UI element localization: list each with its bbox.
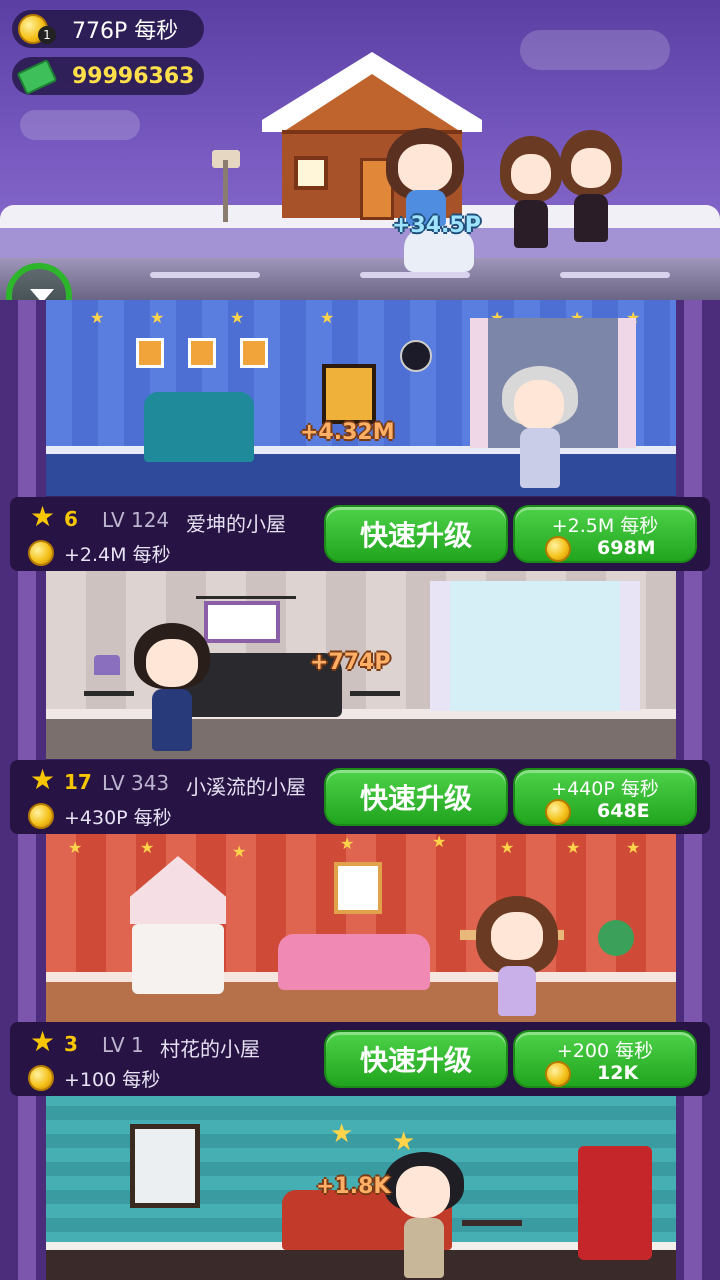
upgrade-rate-gain: +440P 每秒 <box>551 778 659 800</box>
coin-icon <box>545 1061 571 1087</box>
easel-painting <box>322 364 376 424</box>
window-curtains <box>430 581 640 711</box>
bar-table <box>462 1220 522 1260</box>
room-level: LV 124 <box>102 508 170 532</box>
room-floor-1[interactable]: ★ ★ ★ ★ ★ ★ ★ <box>46 300 676 496</box>
upgrade-rate-gain: +200 每秒 <box>556 1040 654 1062</box>
room-info-bar: ★ 3 LV 1 村花的小屋 +100 每秒 快速升级 +200 每秒 12K <box>10 1022 710 1096</box>
wall-clock <box>400 340 432 372</box>
refrigerator <box>578 1146 652 1260</box>
room-info-bar: ★ 17 LV 343 小溪流的小屋 +430P 每秒 快速升级 +440P 每… <box>10 760 710 834</box>
cash-display: 99996363 <box>12 57 204 96</box>
side-table <box>350 691 400 721</box>
wall-art <box>136 338 164 368</box>
star-icon: ★ <box>30 763 56 796</box>
star-count: 17 <box>64 770 92 794</box>
upgrade-cost: 12K <box>597 1062 639 1084</box>
upgrade-cost: 648E <box>597 800 650 822</box>
room-name: 爱坤的小屋 <box>186 512 286 536</box>
room-level: LV 343 <box>102 771 170 795</box>
wall-art <box>188 338 216 368</box>
quick-upgrade-button[interactable]: 快速升级 <box>324 768 508 826</box>
room-income-popup: +774P <box>310 650 391 675</box>
buy-upgrade-button[interactable]: +440P 每秒 648E <box>513 768 697 826</box>
coin-icon <box>28 803 54 829</box>
wall-painting <box>204 601 280 643</box>
room-income-popup: +4.32M <box>300 420 395 445</box>
quick-upgrade-button[interactable]: 快速升级 <box>324 505 508 563</box>
star-count: 6 <box>64 507 78 531</box>
rooftop-road <box>0 258 720 300</box>
room-floor-3[interactable]: ★ ★ ★ ★ ★ ★ ★ ★ <box>46 834 676 1022</box>
room-name: 村花的小屋 <box>160 1037 260 1061</box>
room-resident[interactable] <box>476 896 558 1020</box>
maid-character[interactable] <box>560 130 622 250</box>
coin-icon <box>28 1065 54 1091</box>
wall-painting <box>130 1124 200 1208</box>
coin-icon <box>28 540 54 566</box>
quick-upgrade-button[interactable]: 快速升级 <box>324 1030 508 1088</box>
upgrade-rate-gain: +2.5M 每秒 <box>551 515 659 537</box>
wall-art <box>240 338 268 368</box>
cash-text: 99996363 <box>72 63 195 89</box>
side-table <box>84 691 134 721</box>
maid-character[interactable] <box>500 136 562 254</box>
room-resident[interactable] <box>382 1152 466 1280</box>
room-level: LV 1 <box>102 1033 144 1057</box>
roof-income-popup: +34.5P <box>392 213 481 238</box>
coin-icon: 1 <box>18 12 56 46</box>
potted-plant <box>598 920 634 956</box>
star-count: 3 <box>64 1032 78 1056</box>
room-income-rate: +100 每秒 <box>64 1069 161 1091</box>
room-resident[interactable] <box>134 623 210 755</box>
income-rate-text: 776P 每秒 <box>72 19 179 44</box>
room-resident[interactable] <box>500 366 580 492</box>
buy-upgrade-button[interactable]: +2.5M 每秒 698M <box>513 505 697 563</box>
chandelier <box>196 573 296 599</box>
buy-upgrade-button[interactable]: +200 每秒 12K <box>513 1030 697 1088</box>
star-icon: ★ <box>30 500 56 533</box>
room-income-rate: +430P 每秒 <box>64 807 172 829</box>
coin-icon <box>545 536 571 562</box>
baby-crib <box>132 924 224 994</box>
sofa <box>278 934 430 990</box>
room-income-popup: +1.8K <box>316 1174 391 1199</box>
star-icon: ★ <box>30 1025 56 1058</box>
table-lamp <box>94 655 120 675</box>
coin-icon <box>545 799 571 825</box>
room-income-rate: +2.4M 每秒 <box>64 544 171 566</box>
armchair <box>144 392 254 462</box>
upgrade-cost: 698M <box>597 537 656 559</box>
cash-icon <box>16 58 58 96</box>
room-name: 小溪流的小屋 <box>186 775 306 799</box>
room-info-bar: ★ 6 LV 124 爱坤的小屋 +2.4M 每秒 快速升级 +2.5M 每秒 … <box>10 497 710 571</box>
wall-photo <box>334 862 382 914</box>
income-rate-display: 1 776P 每秒 <box>12 10 204 48</box>
